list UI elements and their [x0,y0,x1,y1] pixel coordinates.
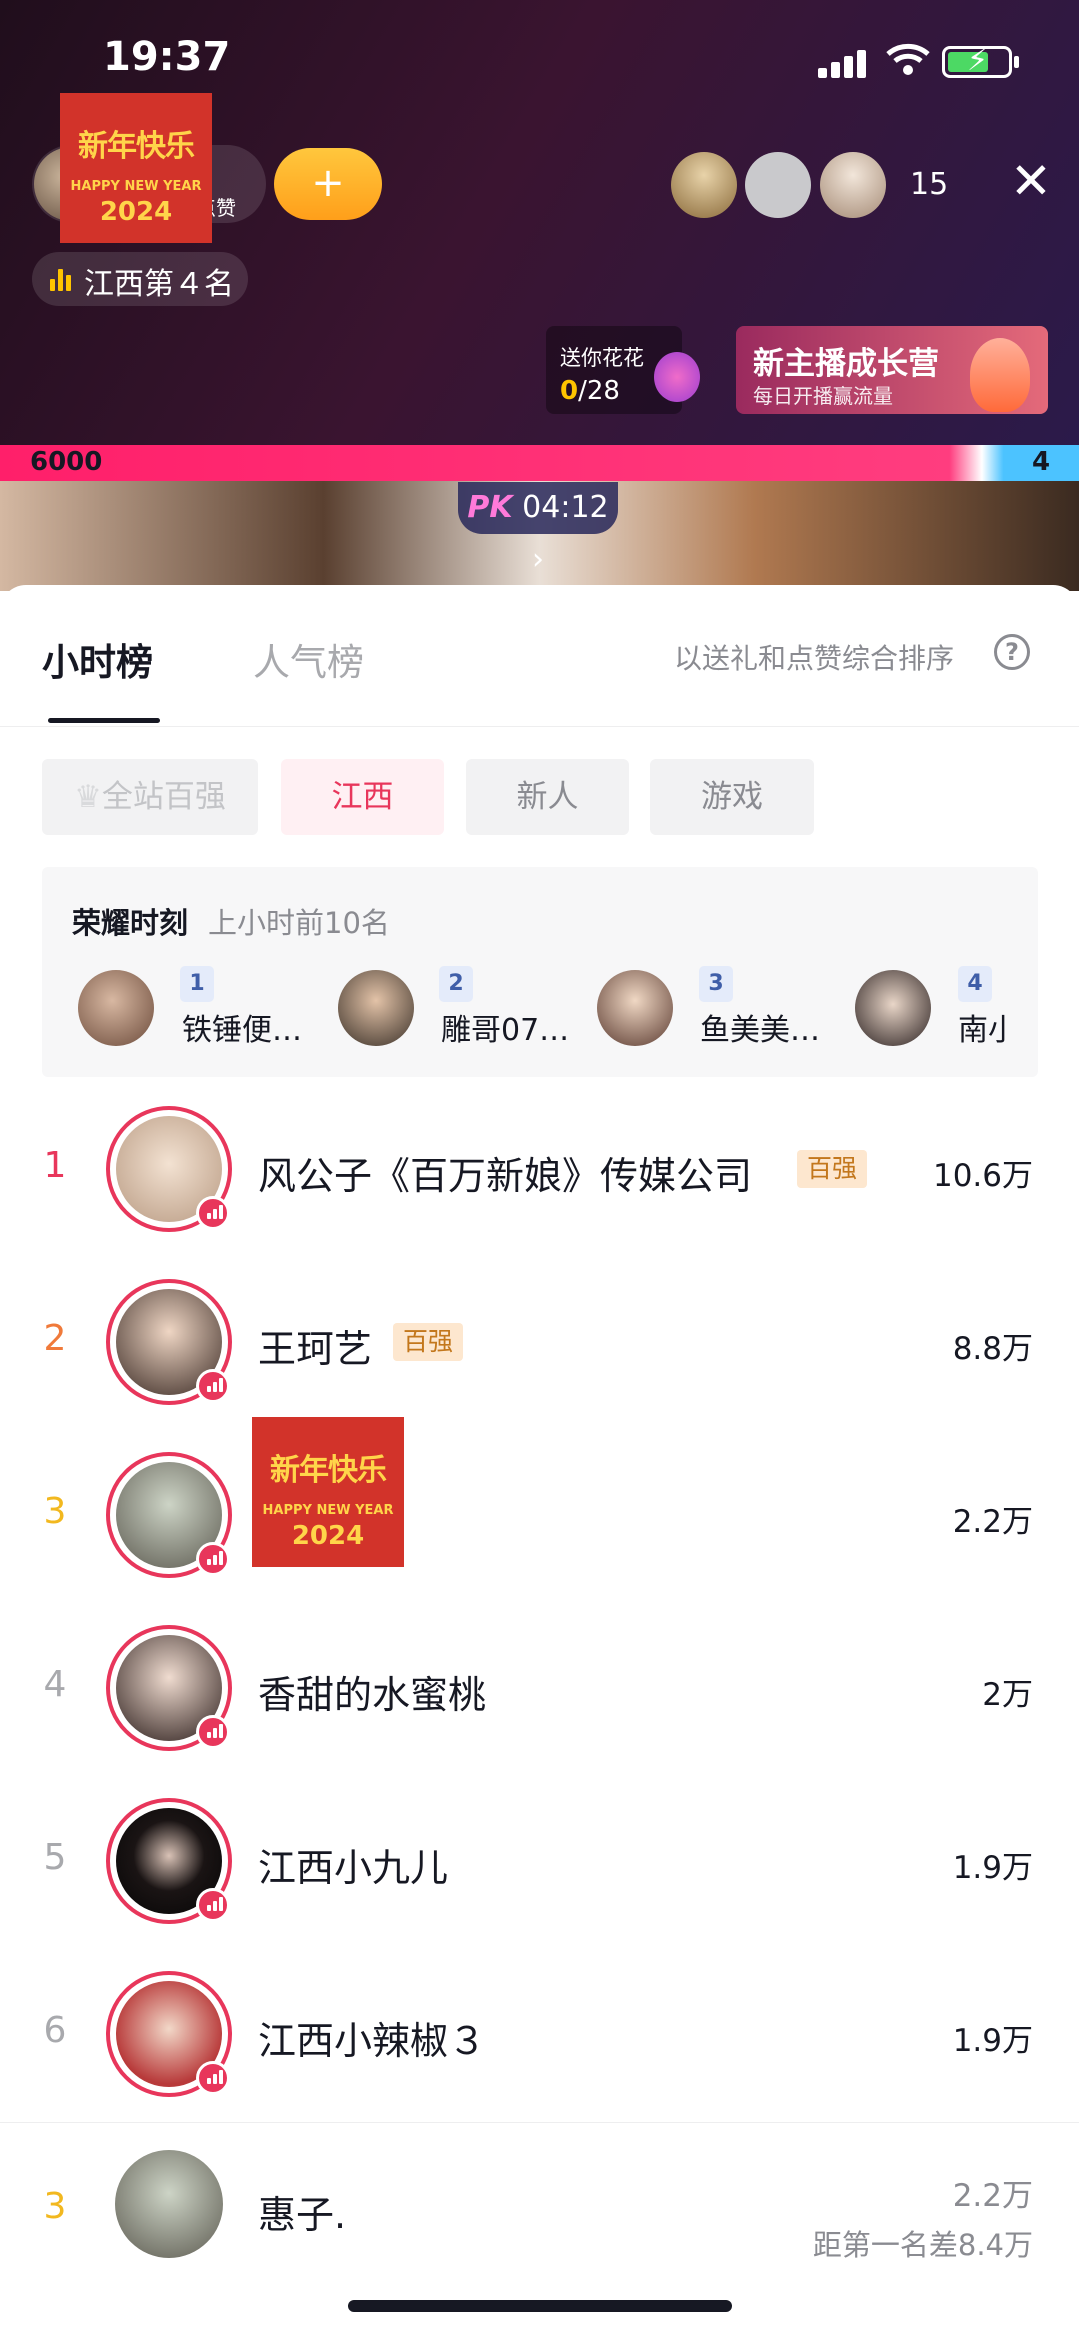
my-score: 2.2万 [952,2178,1033,2214]
glory-name[interactable]: 南小 [958,1005,1006,1049]
chevron-right-icon: › [532,542,544,577]
glory-avatar[interactable] [338,970,414,1046]
audience-avatar[interactable] [745,152,811,218]
row-score: 1.9万 [952,2023,1033,2059]
row-score: 8.8万 [952,1331,1033,1367]
gift-task-progress: 0/28 [560,376,620,406]
follow-button[interactable]: + [274,148,382,220]
status-time: 19:37 [103,34,231,80]
close-icon[interactable]: ✕ [1010,156,1052,206]
sort-note: 以送礼和点赞综合排序 [674,642,955,675]
row-rank: 5 [43,1837,67,1878]
row-name[interactable]: 风公子《百万新娘》传媒公司 [258,1145,752,1200]
pk-timer[interactable]: PK 04:12 › [458,482,618,577]
audience-count[interactable]: 15 [910,167,948,202]
top100-tag: 百强 [393,1323,464,1361]
glory-name[interactable]: 鱼美美… [700,1005,840,1049]
glory-rank-badge: 2 [439,966,473,1002]
home-indicator[interactable] [348,2300,732,2312]
tab-hourly[interactable]: 小时榜 [42,632,153,686]
row-score: 2.2万 [952,1504,1033,1540]
glory-name[interactable]: 铁锤便… [182,1005,322,1049]
audience-avatar[interactable] [820,152,886,218]
my-rank: 3 [43,2186,67,2227]
glory-rank-badge: 4 [958,966,992,1002]
new-year-sticker: 新年快乐 HAPPY NEW YEAR 2024 [252,1417,404,1567]
gap-to-first: 距第一名差8.4万 [812,2228,1033,2262]
pk-label: PK [467,490,513,525]
gift-task-label: 送你花花 [560,346,644,370]
row-rank: 3 [43,1491,67,1532]
pk-right-score: 4 [1032,447,1051,477]
active-tab-indicator [48,718,160,723]
sticker-line3: 2024 [291,1521,365,1551]
row-score: 10.6万 [932,1158,1033,1194]
sticker-line1: 新年快乐 [270,1453,387,1488]
pk-timer-value: 04:12 [522,490,609,525]
glory-avatar[interactable] [597,970,673,1046]
battery-icon: ⚡ [942,43,1012,78]
row-name[interactable]: 江西小辣椒３ [258,2010,486,2065]
row-rank: 6 [43,2010,67,2051]
glory-avatar[interactable] [855,970,931,1046]
wifi-icon [886,42,930,78]
gift-progress-total: /28 [578,376,620,406]
sticker-line1: 新年快乐 [78,129,195,164]
help-icon[interactable]: ? [994,634,1030,670]
filter-chip-top100[interactable]: ♛全站百强 [42,759,258,835]
sticker-line3: 2024 [99,197,173,227]
glory-rank-badge: 3 [699,966,733,1002]
filter-chip-newcomer[interactable]: 新人 [466,759,629,835]
divider [0,2122,1079,2123]
rank-bars-icon [50,265,74,291]
row-name[interactable]: 香甜的水蜜桃 [258,1664,486,1719]
row-rank: 4 [43,1664,67,1705]
divider [0,726,1079,727]
row-rank: 2 [43,1318,67,1359]
glory-title: 荣耀时刻 [72,906,189,940]
flower-gift-icon [654,352,700,402]
pk-left-score: 6000 [30,447,103,477]
filter-chip-label: 全站百强 [101,779,226,815]
sticker-line2: HAPPY NEW YEAR [262,1503,394,1518]
my-name: 惠子. [258,2193,347,2237]
live-status-icon [196,1888,230,1922]
battery-cap [1014,56,1019,68]
growth-camp-subtitle: 每日开播赢流量 [753,384,893,408]
tab-popularity[interactable]: 人气榜 [253,632,364,686]
audience-avatar[interactable] [671,152,737,218]
live-status-icon [196,2061,230,2095]
pk-score-bar [0,445,1079,481]
growth-camp-title: 新主播成长营 [753,346,939,382]
my-avatar[interactable] [115,2150,223,2258]
row-name[interactable]: 江西小九儿 [258,1837,448,1892]
live-status-icon [196,1196,230,1230]
glory-rank-badge: 1 [180,966,214,1002]
gift-progress-value: 0 [560,376,579,406]
filter-chip-jiangxi[interactable]: 江西 [281,759,444,835]
live-status-icon [196,1369,230,1403]
row-rank: 1 [43,1145,67,1186]
live-status-icon [196,1715,230,1749]
new-year-sticker: 新年快乐 HAPPY NEW YEAR 2024 [60,93,212,243]
sticker-line2: HAPPY NEW YEAR [70,179,202,194]
glory-name[interactable]: 雕哥07… [441,1005,581,1049]
filter-chip-game[interactable]: 游戏 [650,759,814,835]
glory-avatar[interactable] [78,970,154,1046]
live-status-icon [196,1542,230,1576]
signal-icon [818,50,868,78]
region-rank-text: 江西第４名 [84,267,234,302]
row-score: 2万 [982,1677,1033,1713]
glory-subtitle: 上小时前10名 [208,906,390,940]
crown-icon: ♛ [74,779,102,815]
top100-tag: 百强 [797,1150,868,1188]
row-score: 1.9万 [952,1850,1033,1886]
flame-icon [970,338,1030,412]
row-name[interactable]: 王珂艺 [258,1318,372,1373]
